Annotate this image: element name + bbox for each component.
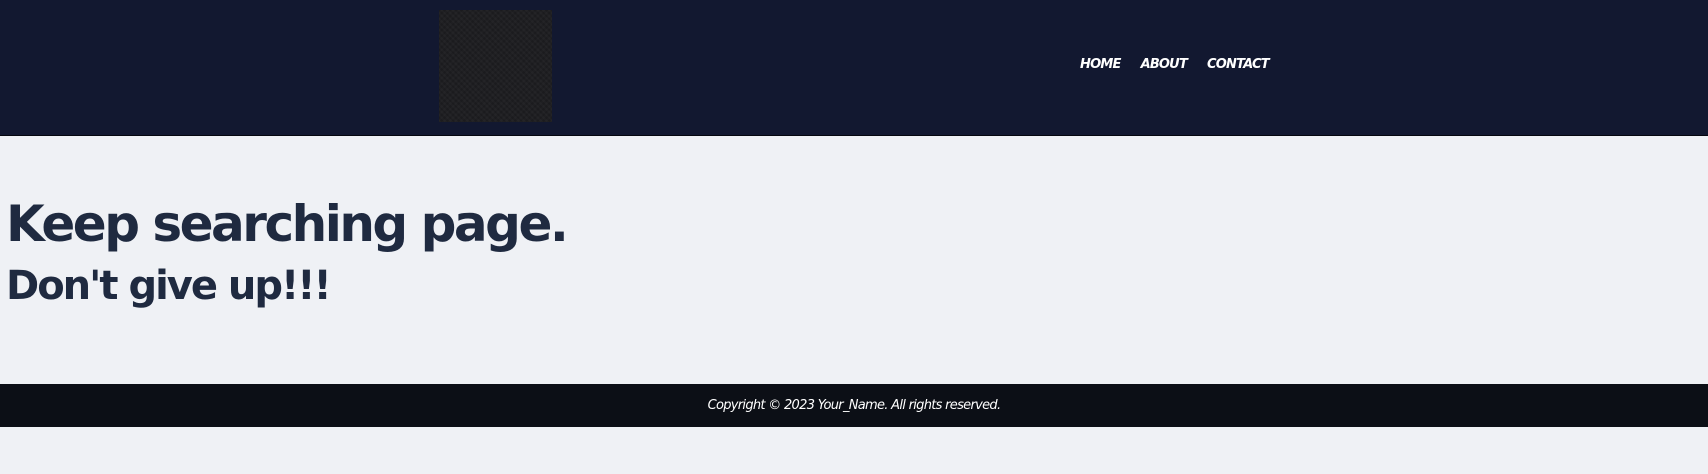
page-subheadline: Don't give up!!! — [6, 263, 332, 309]
nav-link-about[interactable]: ABOUT — [1141, 57, 1188, 72]
page-headline: Keep searching page. — [6, 195, 569, 253]
site-header: HOME ABOUT CONTACT — [0, 0, 1708, 136]
site-footer: Copyright © 2023 Your_Name. All rights r… — [0, 384, 1708, 427]
main-content: Keep searching page. Don't give up!!! — [0, 136, 1708, 384]
copyright-text: Copyright © 2023 Your_Name. All rights r… — [707, 398, 1002, 413]
nav-link-home[interactable]: HOME — [1080, 57, 1121, 72]
nav-link-contact[interactable]: CONTACT — [1207, 57, 1270, 72]
main-nav: HOME ABOUT CONTACT — [1080, 57, 1270, 72]
logo-image[interactable] — [439, 10, 552, 122]
